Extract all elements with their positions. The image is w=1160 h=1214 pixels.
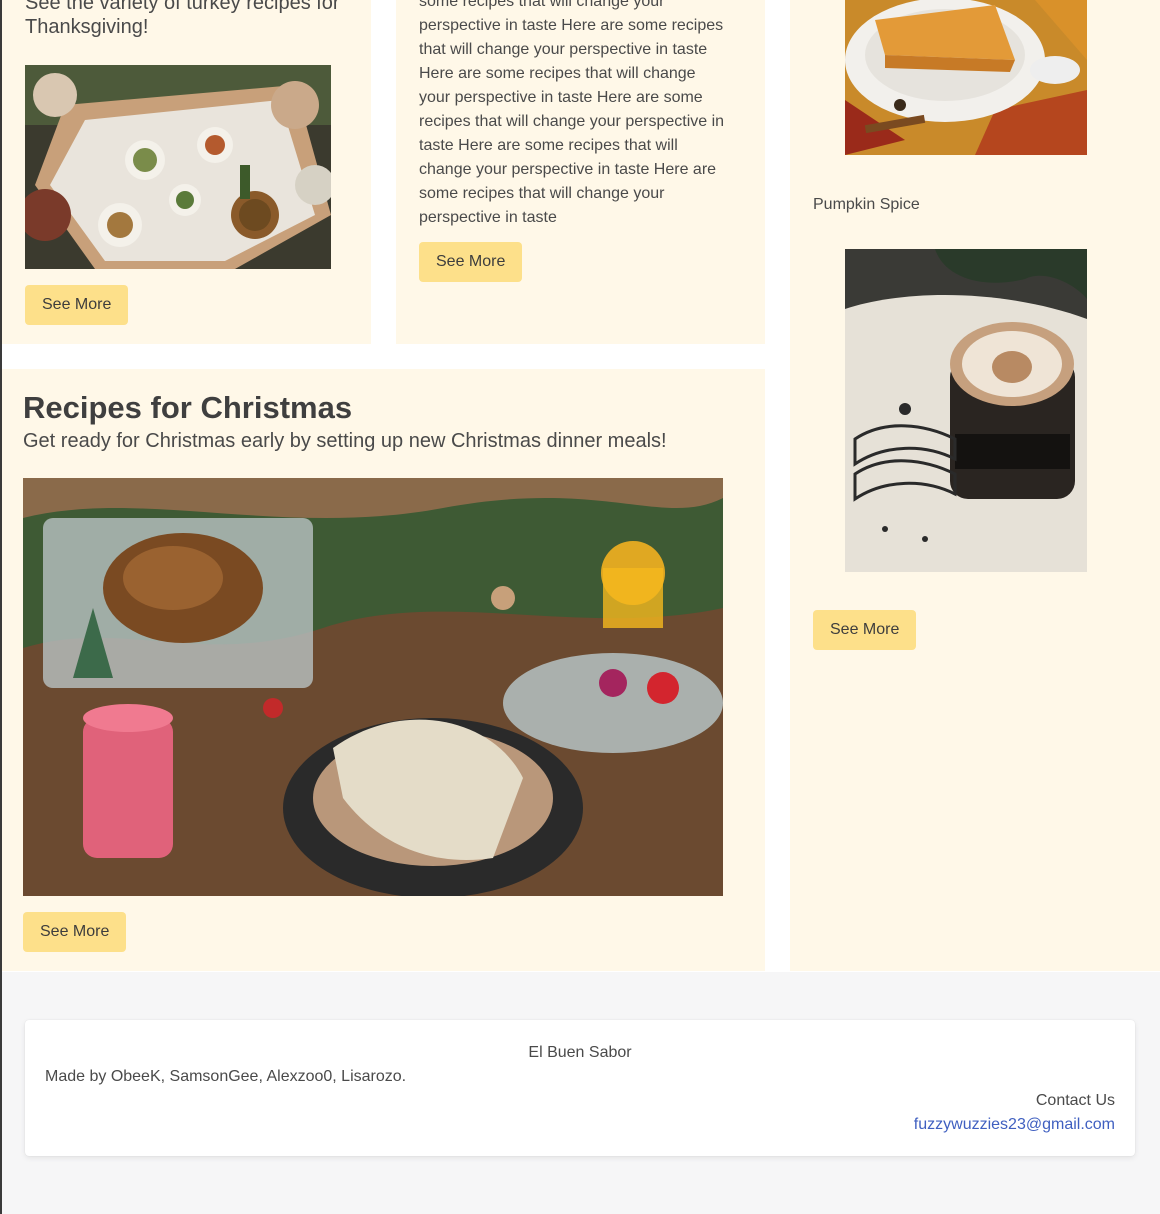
pumpkin-see-more-button[interactable]: See More (813, 610, 917, 650)
recipes-description: some recipes that will change your persp… (419, 0, 725, 226)
thanksgiving-see-more-button[interactable]: See More (25, 285, 129, 325)
footer-credits: Made by ObeeK, SamsonGee, Alexzoo0, Lisa… (45, 1068, 407, 1085)
thanksgiving-photo (25, 65, 331, 269)
footer-brand: El Buen Sabor (528, 1044, 632, 1061)
pumpkin-spice-label: Pumpkin Spice (813, 196, 920, 213)
site-footer: El Buen Sabor Made by ObeeK, SamsonGee, … (25, 1020, 1135, 1156)
christmas-title: Recipes for Christmas (23, 390, 353, 425)
pumpkin-latte-photo (845, 249, 1087, 572)
pumpkin-pie-photo (845, 0, 1087, 155)
recipes-see-more-button[interactable]: See More (419, 242, 523, 282)
christmas-subtitle: Get ready for Christmas early by setting… (23, 430, 667, 452)
footer-email-link[interactable]: fuzzywuzzies23@gmail.com (914, 1116, 1115, 1134)
recipes-text-card: some recipes that will change your persp… (396, 0, 765, 344)
thanksgiving-subtitle: See the variety of turkey recipes for Th… (25, 0, 340, 38)
christmas-photo (23, 478, 723, 896)
footer-contact-heading: Contact Us (1035, 1092, 1115, 1109)
thanksgiving-card: See the variety of turkey recipes for Th… (2, 0, 371, 344)
pumpkin-spice-card: Pumpkin Spice See More (790, 0, 1160, 971)
christmas-see-more-button[interactable]: See More (23, 912, 127, 952)
